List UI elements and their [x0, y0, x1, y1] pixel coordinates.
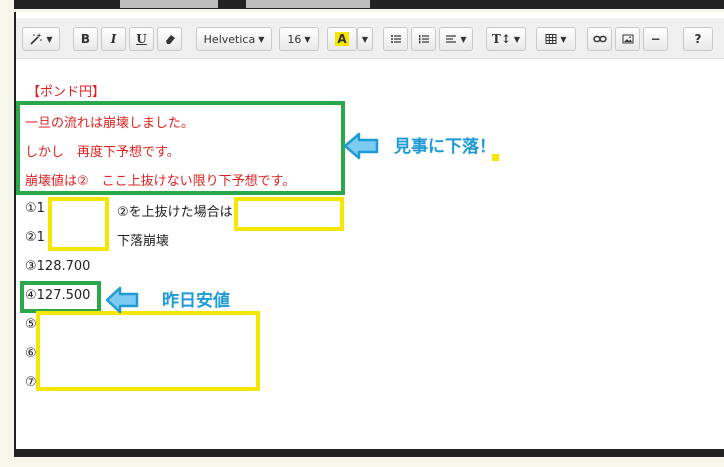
yellow-mask-box-1	[48, 197, 109, 251]
chevron-down-icon: ▼	[460, 34, 467, 44]
rich-text-editor: ▼ B I U Helvetica ▼ 16 ▼ A ▼ ▼ T↕ ▼ ▼ − …	[14, 12, 724, 457]
chevron-down-icon: ▼	[258, 34, 265, 44]
line-2-text: 下落崩壊	[117, 234, 170, 249]
align-left-icon	[446, 35, 457, 43]
text-color-icon: A	[335, 32, 349, 46]
link-icon	[592, 35, 607, 43]
italic-button[interactable]: I	[101, 27, 126, 51]
numbered-list-button[interactable]	[411, 27, 436, 51]
green-highlight-box	[16, 101, 345, 195]
line-3-text: ③128.700	[25, 259, 91, 274]
callout-text-1: 見事に下落！	[394, 137, 496, 157]
line-5-text: ⑤	[25, 317, 37, 332]
editor-content[interactable]: 【ポンド円】 一旦の流れは崩壊しました。 しかし 再度下予想です。 崩壊値は② …	[16, 59, 724, 449]
text-height-dropdown[interactable]: T↕ ▼	[486, 27, 526, 51]
green-highlight-box-price	[20, 281, 101, 313]
editor-toolbar: ▼ B I U Helvetica ▼ 16 ▼ A ▼ ▼ T↕ ▼ ▼ − …	[16, 18, 724, 59]
eraser-button[interactable]	[157, 27, 182, 51]
text-color-dropdown[interactable]: ▼	[357, 27, 373, 51]
chevron-down-icon: ▼	[560, 34, 567, 44]
chevron-down-icon: ▼	[361, 34, 369, 44]
line-1-prefix: ①1	[25, 201, 45, 216]
align-dropdown[interactable]: ▼	[439, 27, 473, 51]
numbered-list-icon	[418, 35, 429, 44]
table-dropdown[interactable]: ▼	[536, 27, 576, 51]
line-1-text: ②を上抜けた場合は	[117, 205, 233, 220]
font-family-value: Helvetica	[203, 32, 256, 46]
magic-wand-icon	[30, 33, 43, 45]
line-7-text: ⑦	[25, 375, 37, 390]
font-size-dropdown[interactable]: 16 ▼	[279, 27, 319, 51]
arrow-left-icon	[105, 286, 139, 314]
window-top-bar	[0, 0, 724, 12]
eraser-icon	[165, 35, 175, 44]
yellow-mask-box-2	[234, 197, 344, 231]
bullet-list-icon	[390, 35, 401, 43]
chevron-down-icon: ▼	[304, 34, 311, 44]
font-size-value: 16	[287, 32, 302, 46]
arrow-left-icon	[343, 132, 379, 160]
bullet-list-button[interactable]	[383, 27, 408, 51]
chevron-down-icon: ▼	[513, 34, 521, 44]
heading-text: 【ポンド円】	[27, 85, 106, 100]
top-tab-2[interactable]	[246, 0, 370, 8]
table-icon	[545, 34, 557, 44]
line-6-text: ⑥	[25, 346, 37, 361]
image-icon	[622, 34, 633, 44]
callout-text-2: 昨日安値	[162, 291, 230, 311]
help-button[interactable]: ?	[683, 27, 713, 51]
yellow-mask-box-3	[36, 311, 260, 391]
text-color-button[interactable]: A	[327, 27, 357, 51]
underline-button[interactable]: U	[129, 27, 154, 51]
image-button[interactable]	[615, 27, 640, 51]
yellow-marker	[492, 154, 499, 161]
font-family-dropdown[interactable]: Helvetica ▼	[196, 27, 272, 51]
chevron-down-icon: ▼	[46, 34, 53, 44]
horizontal-rule-button[interactable]: −	[643, 27, 668, 51]
top-tab-1[interactable]	[120, 0, 218, 8]
link-button[interactable]	[587, 27, 612, 51]
bold-button[interactable]: B	[73, 27, 98, 51]
text-height-icon: T↕	[491, 32, 511, 46]
editor-bottom-bar	[14, 449, 724, 457]
line-2-prefix: ②1	[25, 230, 45, 245]
magic-wand-button[interactable]: ▼	[22, 27, 60, 51]
